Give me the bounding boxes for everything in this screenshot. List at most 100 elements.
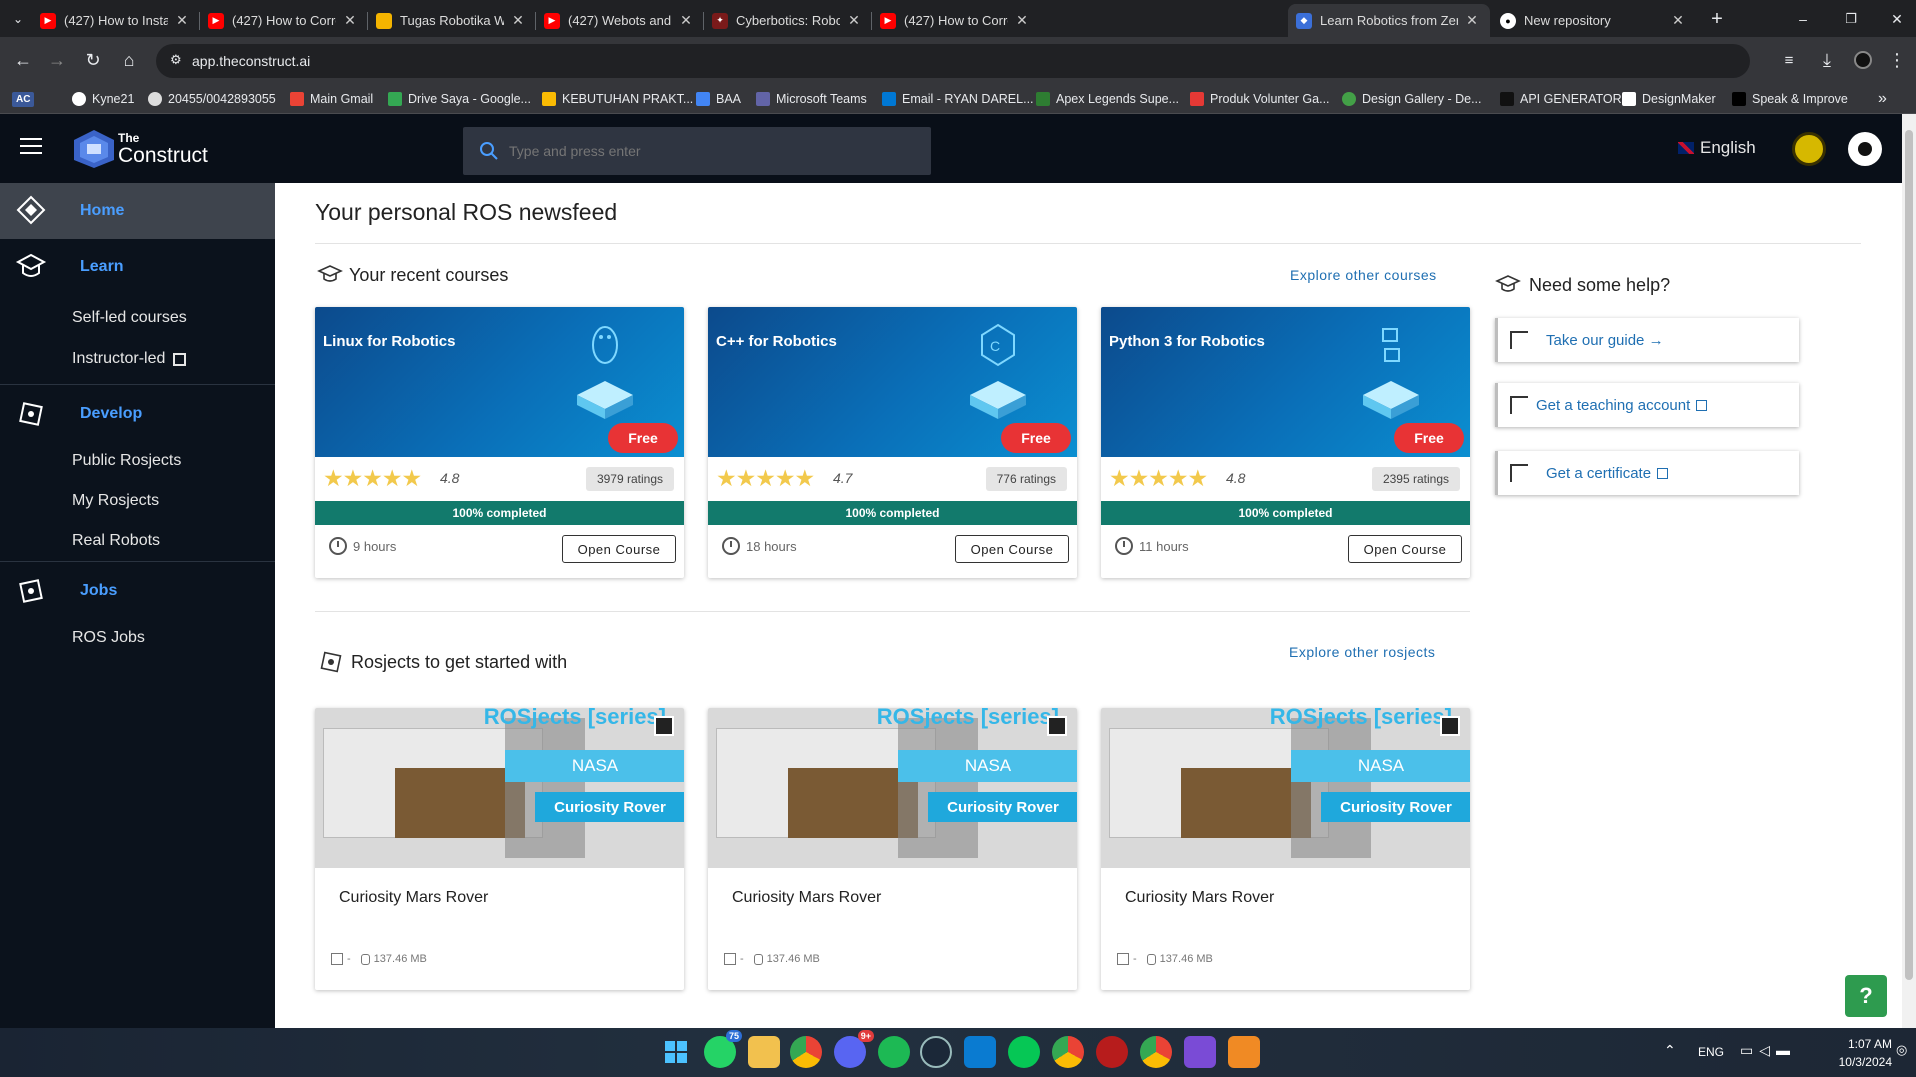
open-course-button[interactable]: Open Course: [562, 535, 676, 563]
browser-menu-icon[interactable]: ⋮: [1880, 37, 1914, 83]
home-icon[interactable]: ⌂: [112, 37, 146, 83]
chrome-profile-icon[interactable]: [1140, 1036, 1172, 1068]
restore-window-button[interactable]: ❐: [1834, 0, 1868, 42]
tab-search-icon[interactable]: ⌄: [4, 0, 32, 42]
bookmark-item[interactable]: Produk Volunter Ga...: [1190, 87, 1330, 111]
close-tab-icon[interactable]: ✕: [678, 12, 694, 29]
close-window-button[interactable]: ✕: [1880, 0, 1914, 42]
sidebar-item-instructor-led[interactable]: Instructor-led: [72, 350, 187, 368]
search-box[interactable]: [463, 127, 931, 175]
sidebar-item-home[interactable]: Home: [0, 183, 275, 239]
course-card[interactable]: C++ for Robotics C Free ★★★★★ 4.7 776 ra…: [708, 307, 1077, 578]
course-card[interactable]: Python 3 for Robotics Free ★★★★★ 4.8 239…: [1101, 307, 1470, 578]
close-tab-icon[interactable]: ✕: [174, 12, 190, 29]
browser-tab[interactable]: ● New repository ✕: [1492, 4, 1694, 37]
sidebar-item-ros-jobs[interactable]: ROS Jobs: [72, 629, 145, 647]
notification-icon[interactable]: ◎: [1896, 1042, 1907, 1058]
spotify-icon[interactable]: [878, 1036, 910, 1068]
sidebar-item-jobs[interactable]: Jobs: [0, 564, 275, 618]
open-course-button[interactable]: Open Course: [955, 535, 1069, 563]
chrome-icon[interactable]: [790, 1036, 822, 1068]
close-tab-icon[interactable]: ✕: [510, 12, 526, 29]
sidebar-item-public-rosjects[interactable]: Public Rosjects: [72, 452, 181, 470]
rosject-card[interactable]: ROSjects [series] NASA Curiosity Rover C…: [708, 708, 1077, 990]
discord-icon[interactable]: 9+: [834, 1030, 874, 1068]
help-link-guide[interactable]: Take our guide →: [1495, 318, 1799, 362]
bookmark-item[interactable]: API GENERATOR: [1500, 87, 1622, 111]
clock-date[interactable]: 10/3/2024: [1820, 1055, 1892, 1069]
bookmark-item[interactable]: Main Gmail: [290, 87, 373, 111]
steam-icon[interactable]: [920, 1036, 952, 1068]
sidebar-item-real-robots[interactable]: Real Robots: [72, 532, 160, 550]
browser-tab[interactable]: ✦ Cyberbotics: Robotics sim ✕: [704, 4, 870, 37]
explore-courses-link[interactable]: Explore other courses: [1290, 267, 1437, 283]
bookmark-item[interactable]: Kyne21: [72, 87, 134, 111]
browser-tab[interactable]: ▶ (427) How to Correctly Ins ✕: [872, 4, 1038, 37]
help-link-teaching-account[interactable]: Get a teaching account: [1495, 383, 1799, 427]
construct-logo[interactable]: The Construct: [70, 128, 240, 170]
sidebar-item-my-rosjects[interactable]: My Rosjects: [72, 492, 159, 510]
help-link-certificate[interactable]: Get a certificate: [1495, 451, 1799, 495]
browser-tab[interactable]: ▶ (427) How to Install Ubun ✕: [32, 4, 198, 37]
language-selector[interactable]: English: [1678, 138, 1756, 158]
download-icon[interactable]: ⤓: [1810, 37, 1844, 83]
tray-chevron-icon[interactable]: ⌃: [1664, 1042, 1676, 1059]
bookmark-item[interactable]: BAA: [696, 87, 741, 111]
bookmarks-overflow-button[interactable]: »: [1878, 87, 1887, 111]
bookmark-item[interactable]: Apex Legends Supe...: [1036, 87, 1179, 111]
whatsapp-icon[interactable]: 75: [704, 1030, 742, 1068]
user-avatar[interactable]: [1848, 132, 1882, 166]
page-scrollbar[interactable]: [1902, 114, 1916, 1028]
address-bar[interactable]: ⚙ app.theconstruct.ai: [156, 44, 1750, 78]
bookmark-item[interactable]: Email - RYAN DAREL...: [882, 87, 1034, 111]
bookmark-item[interactable]: AC: [12, 87, 35, 111]
expand-icon[interactable]: [1440, 716, 1460, 736]
rosject-card[interactable]: ROSjects [series] NASA Curiosity Rover C…: [315, 708, 684, 990]
clock-time[interactable]: 1:07 AM: [1832, 1037, 1892, 1051]
expand-icon[interactable]: [654, 716, 674, 736]
sidebar-item-develop[interactable]: Develop: [0, 387, 275, 441]
close-tab-icon[interactable]: ✕: [1464, 12, 1480, 29]
browser-tab[interactable]: ▶ (427) Webots and Python ✕: [536, 4, 702, 37]
bookmark-item[interactable]: 20455/0042893055: [148, 87, 276, 111]
close-tab-icon[interactable]: ✕: [846, 12, 862, 29]
achievement-badge-icon[interactable]: [1792, 132, 1826, 166]
expand-icon[interactable]: [1047, 716, 1067, 736]
sidebar-item-learn[interactable]: Learn: [0, 240, 275, 294]
rosject-card[interactable]: ROSjects [series] NASA Curiosity Rover C…: [1101, 708, 1470, 990]
course-card[interactable]: Linux for Robotics Free ★★★★★ 4.8 3979 r…: [315, 307, 684, 578]
sidebar-item-self-led-courses[interactable]: Self-led courses: [72, 309, 187, 327]
chrome-profile-icon[interactable]: [1052, 1036, 1084, 1068]
profile-avatar[interactable]: [1846, 37, 1880, 83]
sublime-icon[interactable]: [1228, 1036, 1260, 1068]
forward-icon[interactable]: →: [40, 37, 74, 83]
bookmark-item[interactable]: DesignMaker: [1622, 87, 1716, 111]
explore-rosjects-link[interactable]: Explore other rosjects: [1289, 644, 1435, 660]
new-tab-button[interactable]: +: [1700, 0, 1734, 42]
bookmark-item[interactable]: Speak & Improve: [1732, 87, 1848, 111]
reload-icon[interactable]: ↻: [76, 37, 110, 83]
bookmark-item[interactable]: Drive Saya - Google...: [388, 87, 531, 111]
site-info-icon[interactable]: ⚙: [170, 52, 182, 68]
close-tab-icon[interactable]: ✕: [342, 12, 358, 29]
close-tab-icon[interactable]: ✕: [1670, 12, 1686, 29]
bookmark-item[interactable]: Microsoft Teams: [756, 87, 867, 111]
visual-studio-icon[interactable]: [1184, 1036, 1216, 1068]
active-tab-content[interactable]: ◆ Learn Robotics from Zero ✕: [1288, 4, 1488, 37]
tray-icons[interactable]: ▭◁▬: [1740, 1042, 1796, 1059]
help-fab-button[interactable]: ?: [1845, 975, 1887, 1017]
back-icon[interactable]: ←: [6, 37, 40, 83]
bug-app-icon[interactable]: [1096, 1036, 1128, 1068]
bookmark-item[interactable]: Design Gallery - De...: [1342, 87, 1481, 111]
vscode-icon[interactable]: [964, 1036, 996, 1068]
browser-tab[interactable]: Tugas Robotika W1_Seme ✕: [368, 4, 534, 37]
windows-start-icon[interactable]: [660, 1036, 692, 1068]
close-tab-icon[interactable]: ✕: [1014, 12, 1030, 29]
hamburger-menu-icon[interactable]: [20, 138, 42, 156]
open-course-button[interactable]: Open Course: [1348, 535, 1462, 563]
media-icon[interactable]: ≡: [1772, 37, 1806, 83]
file-explorer-icon[interactable]: [748, 1036, 780, 1068]
line-icon[interactable]: [1008, 1036, 1040, 1068]
minimize-window-button[interactable]: –: [1786, 0, 1820, 42]
input-language[interactable]: ENG: [1698, 1045, 1724, 1059]
